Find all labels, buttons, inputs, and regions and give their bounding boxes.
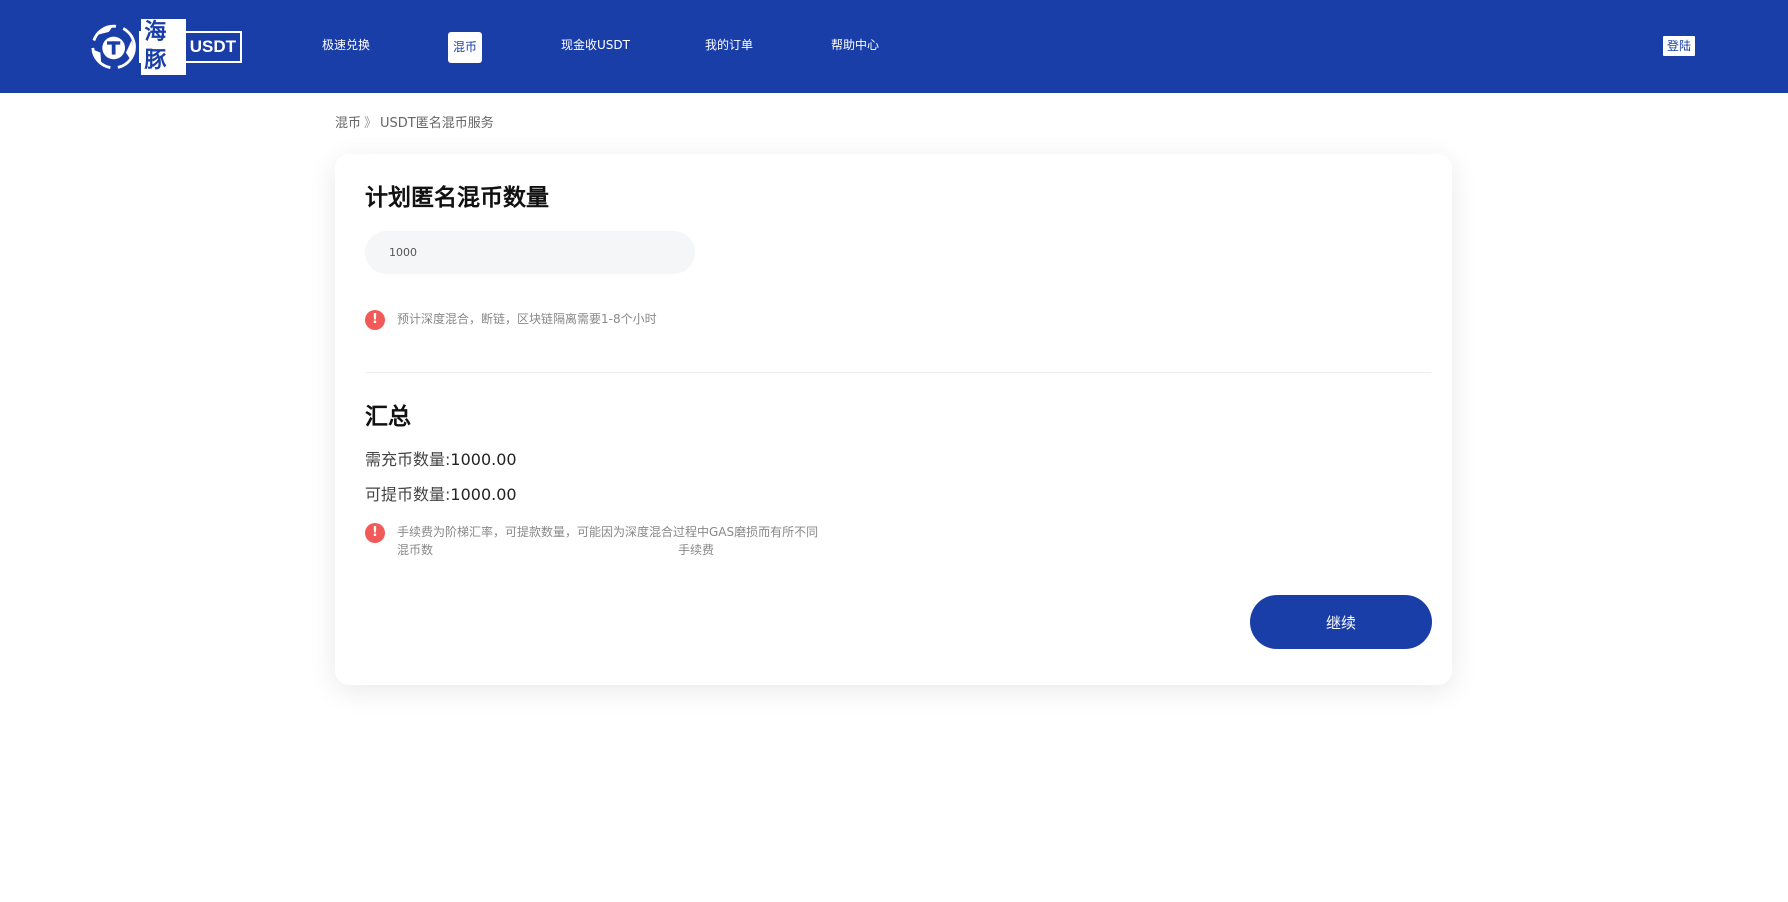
fee-notice-line2: 混币数 手续费 [397, 541, 818, 559]
deposit-amount-value: 1000.00 [450, 450, 517, 469]
withdraw-amount-value: 1000.00 [450, 485, 517, 504]
breadcrumb: 混币》 USDT匿名混币服务 [335, 115, 494, 133]
summary-title: 汇总 [365, 404, 411, 430]
logo-cn-text: 海豚 [141, 19, 186, 75]
amount-input[interactable] [365, 231, 695, 274]
fee-notice-line1: 手续费为阶梯汇率，可提款数量，可能因为深度混合过程中GAS磨损而有所不同 [397, 525, 819, 539]
nav-item-fast-exchange[interactable]: 极速兑换 [322, 37, 370, 53]
fee-notice-text: 手续费为阶梯汇率，可提款数量，可能因为深度混合过程中GAS磨损而有所不同 混币数… [397, 523, 818, 559]
amount-section-title: 计划匿名混币数量 [365, 185, 549, 211]
nav-item-help-center[interactable]: 帮助中心 [831, 37, 879, 53]
duration-notice: ! 预计深度混合，断链，区块链隔离需要1-8个小时 [365, 310, 657, 330]
logo-wordmark: 海豚 USDT [139, 19, 242, 75]
fee-notice-left: 混币数 [397, 543, 434, 557]
nav-item-my-orders[interactable]: 我的订单 [705, 37, 753, 53]
nav-item-mixer[interactable]: 混币 [448, 32, 483, 63]
breadcrumb-separator: 》 [364, 116, 378, 131]
duration-notice-text: 预计深度混合，断链，区块链隔离需要1-8个小时 [397, 312, 657, 326]
fee-notice: ! 手续费为阶梯汇率，可提款数量，可能因为深度混合过程中GAS磨损而有所不同 混… [365, 523, 818, 559]
deposit-amount-label: 需充币数量: [365, 450, 451, 469]
breadcrumb-current: USDT匿名混币服务 [380, 116, 494, 131]
site-logo[interactable]: 海豚 USDT [90, 19, 242, 75]
withdraw-amount-line: 可提币数量:1000.00 [365, 484, 517, 506]
mixer-card: 计划匿名混币数量 ! 预计深度混合，断链，区块链隔离需要1-8个小时 汇总 需充… [335, 154, 1452, 685]
exclamation-circle-icon: ! [365, 310, 385, 330]
exclamation-circle-icon: ! [365, 523, 385, 543]
withdraw-amount-label: 可提币数量: [365, 485, 451, 504]
section-divider [365, 372, 1431, 373]
logo-en-text: USDT [189, 37, 236, 56]
login-button[interactable]: 登陆 [1663, 36, 1696, 56]
continue-button[interactable]: 继续 [1250, 595, 1432, 649]
breadcrumb-parent[interactable]: 混币 [335, 116, 361, 131]
fee-notice-right: 手续费 [678, 543, 715, 557]
nav-item-cash-usdt[interactable]: 现金收USDT [561, 37, 630, 53]
dolphin-logo-icon [91, 24, 136, 70]
deposit-amount-line: 需充币数量:1000.00 [365, 449, 517, 471]
top-navbar: 海豚 USDT 极速兑换 混币 现金收USDT 我的订单 帮助中心 登陆 [0, 0, 1788, 93]
